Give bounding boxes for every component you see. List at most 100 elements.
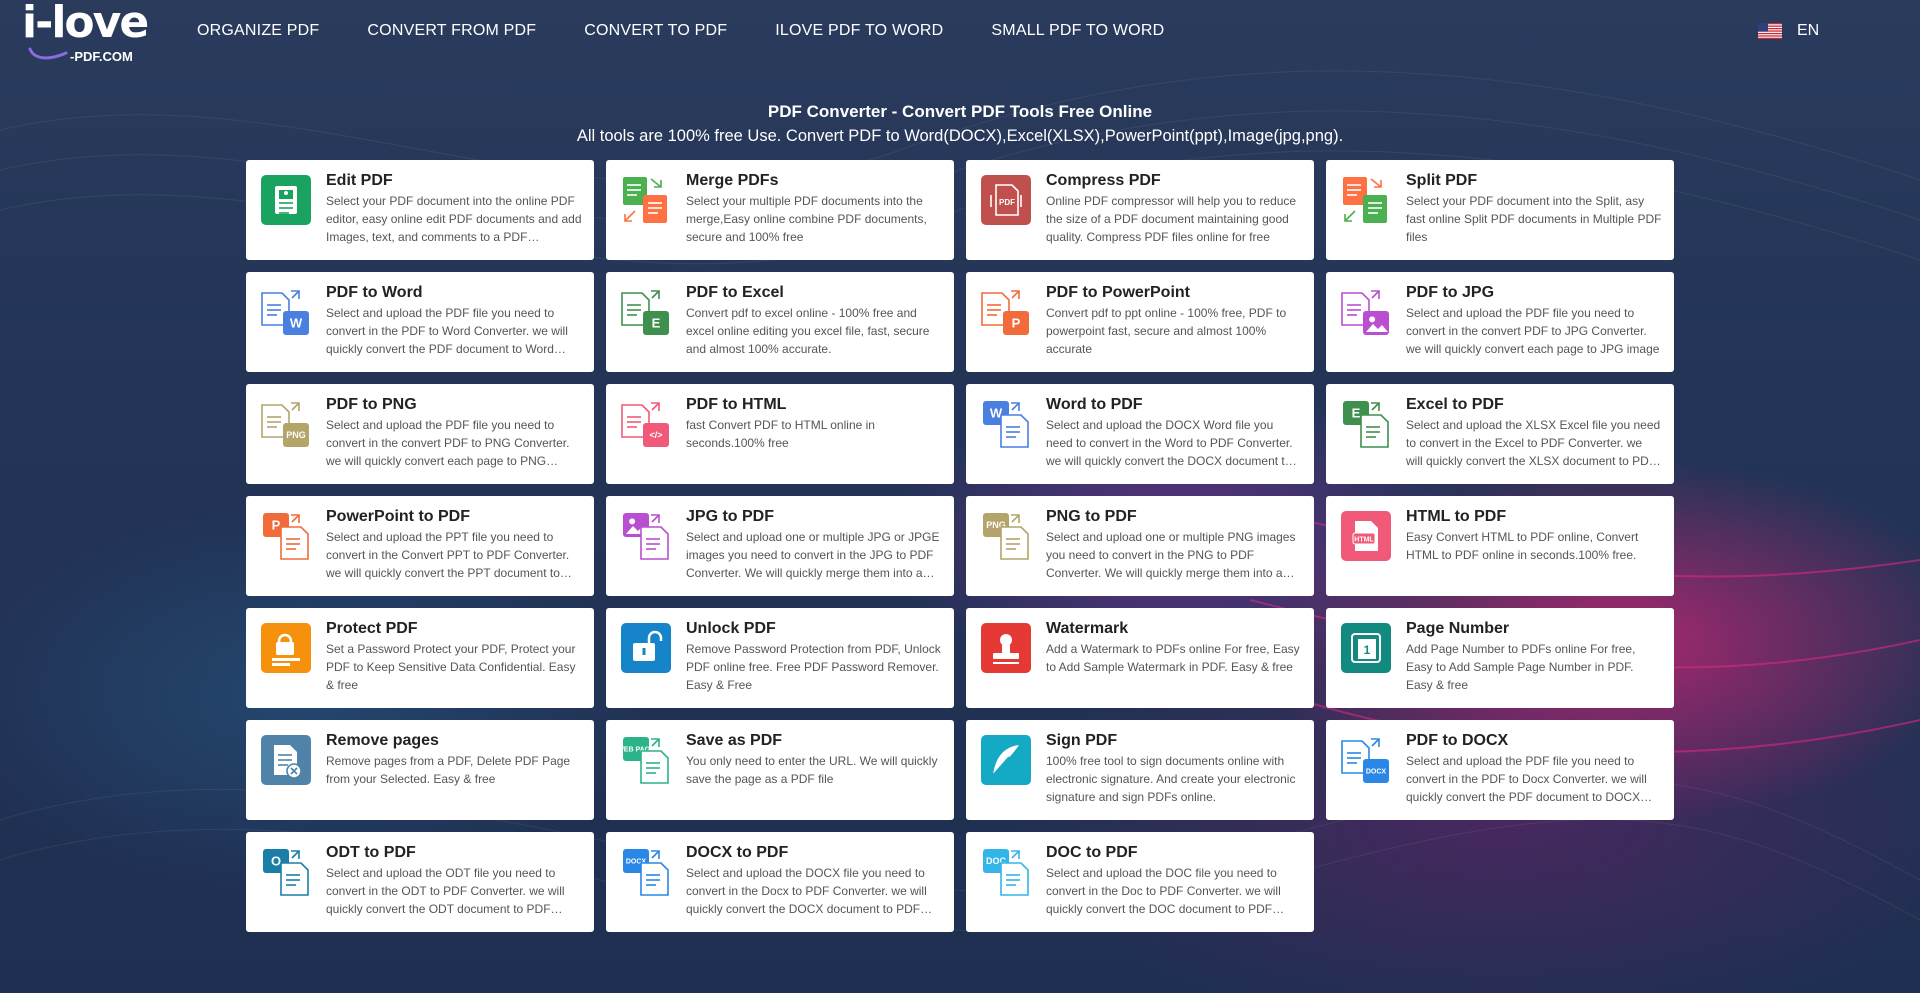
intro: PDF Converter - Convert PDF Tools Free O… bbox=[0, 102, 1920, 146]
tool-card-pdf-to-docx[interactable]: DOCX PDF to DOCX Select and upload the P… bbox=[1326, 720, 1674, 820]
tool-card-odt-to-pdf[interactable]: O ODT to PDF Select and upload the ODT f… bbox=[246, 832, 594, 932]
tool-title: DOCX to PDF bbox=[686, 844, 789, 861]
tool-title: PDF to JPG bbox=[1406, 284, 1495, 301]
tool-card-compress-pdf[interactable]: PDF Compress PDF Online PDF compressor w… bbox=[966, 160, 1314, 260]
tool-description: Select and upload the DOCX file you need… bbox=[686, 866, 927, 916]
odt-to-pdf-icon: O bbox=[261, 847, 311, 897]
language-selector[interactable]: EN bbox=[1758, 22, 1819, 40]
tool-description: Set a Password Protect your PDF, Protect… bbox=[326, 642, 576, 692]
tool-description: Remove pages from a PDF, Delete PDF Page… bbox=[326, 754, 571, 786]
tool-description: Select and upload the PDF file you need … bbox=[1406, 754, 1647, 804]
tool-title: Protect PDF bbox=[326, 620, 418, 637]
tool-card-doc-to-pdf[interactable]: DOC DOC to PDF Select and upload the DOC… bbox=[966, 832, 1314, 932]
logo-text: i-love bbox=[22, 0, 149, 48]
tool-card-edit-pdf[interactable]: Edit PDF Select your PDF document into t… bbox=[246, 160, 594, 260]
tool-card-sign-pdf[interactable]: Sign PDF 100% free tool to sign document… bbox=[966, 720, 1314, 820]
tool-description: Select your PDF document into the online… bbox=[326, 194, 582, 244]
tool-card-jpg-to-pdf[interactable]: JPG to PDF Select and upload one or mult… bbox=[606, 496, 954, 596]
logo-subtext: -PDF.COM bbox=[70, 49, 133, 64]
tool-description: Online PDF compressor will help you to r… bbox=[1046, 194, 1297, 244]
tool-description: 100% free tool to sign documents online … bbox=[1046, 754, 1296, 804]
nav-convert-to-pdf[interactable]: CONVERT TO PDF bbox=[584, 22, 727, 40]
ppt-to-pdf-icon: P bbox=[261, 511, 311, 561]
svg-text:W: W bbox=[290, 315, 303, 330]
merge-icon bbox=[621, 175, 671, 225]
tool-description: Select and upload the PDF file you need … bbox=[326, 418, 570, 468]
nav-convert-from-pdf[interactable]: CONVERT FROM PDF bbox=[367, 22, 536, 40]
tool-card-page-number[interactable]: 1 Page Number Add Page Number to PDFs on… bbox=[1326, 608, 1674, 708]
edit-pdf-icon bbox=[261, 175, 311, 225]
tool-card-remove-pages[interactable]: Remove pages Remove pages from a PDF, De… bbox=[246, 720, 594, 820]
site-logo[interactable]: i-love -PDF.COM bbox=[22, 0, 152, 64]
tool-title: Remove pages bbox=[326, 732, 439, 749]
main-nav: ORGANIZE PDF CONVERT FROM PDF CONVERT TO… bbox=[197, 22, 1212, 40]
pdf-to-excel-icon: E bbox=[621, 287, 671, 337]
tool-card-pdf-to-jpg[interactable]: PDF to JPG Select and upload the PDF fil… bbox=[1326, 272, 1674, 372]
pdf-to-html-icon: </> bbox=[621, 399, 671, 449]
tool-card-split-pdf[interactable]: Split PDF Select your PDF document into … bbox=[1326, 160, 1674, 260]
svg-text:PDF: PDF bbox=[999, 198, 1015, 207]
unlock-icon bbox=[621, 623, 671, 673]
tool-card-pdf-to-word[interactable]: W PDF to Word Select and upload the PDF … bbox=[246, 272, 594, 372]
tool-title: Edit PDF bbox=[326, 172, 393, 189]
tool-description: fast Convert PDF to HTML online in secon… bbox=[686, 418, 875, 450]
tool-title: PowerPoint to PDF bbox=[326, 508, 470, 525]
nav-ilove-pdf-to-word[interactable]: ILOVE PDF TO WORD bbox=[775, 22, 943, 40]
tool-description: Select and upload the ODT file you need … bbox=[326, 866, 565, 916]
tool-title: Word to PDF bbox=[1046, 396, 1143, 413]
tool-card-pdf-to-png[interactable]: PNG PDF to PNG Select and upload the PDF… bbox=[246, 384, 594, 484]
tool-description: Easy Convert HTML to PDF online, Convert… bbox=[1406, 530, 1639, 562]
tool-description: Select and upload the XLSX Excel file yo… bbox=[1406, 418, 1661, 468]
nav-organize-pdf[interactable]: ORGANIZE PDF bbox=[197, 22, 319, 40]
pdf-to-png-icon: PNG bbox=[261, 399, 311, 449]
tool-title: Excel to PDF bbox=[1406, 396, 1504, 413]
svg-text:P: P bbox=[272, 517, 281, 532]
svg-text:PNG: PNG bbox=[286, 430, 306, 440]
language-code: EN bbox=[1797, 22, 1820, 39]
feather-pen-icon bbox=[981, 735, 1031, 785]
page-number-icon: 1 bbox=[1341, 623, 1391, 673]
tool-title: PDF to Excel bbox=[686, 284, 784, 301]
us-flag-icon bbox=[1758, 23, 1782, 39]
tool-description: Remove Password Protection from PDF, Unl… bbox=[686, 642, 941, 692]
tool-card-pdf-to-powerpoint[interactable]: P PDF to PowerPoint Convert pdf to ppt o… bbox=[966, 272, 1314, 372]
tool-card-docx-to-pdf[interactable]: DOCX DOCX to PDF Select and upload the D… bbox=[606, 832, 954, 932]
tool-card-unlock-pdf[interactable]: Unlock PDF Remove Password Protection fr… bbox=[606, 608, 954, 708]
word-to-pdf-icon: W bbox=[981, 399, 1031, 449]
tool-description: Select and upload the PDF file you need … bbox=[1406, 306, 1660, 356]
doc-to-pdf-icon: DOC bbox=[981, 847, 1031, 897]
tool-card-png-to-pdf[interactable]: PNG PNG to PDF Select and upload one or … bbox=[966, 496, 1314, 596]
html-to-pdf-icon: HTML bbox=[1341, 511, 1391, 561]
tool-title: Split PDF bbox=[1406, 172, 1478, 189]
tool-title: DOC to PDF bbox=[1046, 844, 1138, 861]
tool-description: Convert pdf to ppt online - 100% free, P… bbox=[1046, 306, 1287, 356]
tool-card-protect-pdf[interactable]: Protect PDF Set a Password Protect your … bbox=[246, 608, 594, 708]
page-title: PDF Converter - Convert PDF Tools Free O… bbox=[767, 102, 1153, 121]
tool-description: Select and upload the PPT file you need … bbox=[326, 530, 570, 580]
tool-card-save-as-pdf[interactable]: WEB PAGE Save as PDF You only need to en… bbox=[606, 720, 954, 820]
tool-title: Page Number bbox=[1406, 620, 1510, 637]
tool-card-pdf-to-excel[interactable]: E PDF to Excel Convert pdf to excel onli… bbox=[606, 272, 954, 372]
webpage-icon: WEB PAGE bbox=[617, 735, 671, 785]
tool-card-pdf-to-html[interactable]: </> PDF to HTML fast Convert PDF to HTML… bbox=[606, 384, 954, 484]
tool-description: Add a Watermark to PDFs online For free,… bbox=[1046, 642, 1300, 674]
tool-title: HTML to PDF bbox=[1406, 508, 1507, 525]
tool-card-merge-pdfs[interactable]: Merge PDFs Select your multiple PDF docu… bbox=[606, 160, 954, 260]
svg-text:O: O bbox=[271, 853, 281, 868]
docx-to-pdf-icon: DOCX bbox=[621, 847, 671, 897]
tool-description: Select and upload one or multiple JPG or… bbox=[686, 530, 940, 580]
tool-card-excel-to-pdf[interactable]: E Excel to PDF Select and upload the XLS… bbox=[1326, 384, 1674, 484]
tool-title: Merge PDFs bbox=[686, 172, 779, 189]
png-to-pdf-icon: PNG bbox=[981, 511, 1031, 561]
tool-card-watermark[interactable]: Watermark Add a Watermark to PDFs online… bbox=[966, 608, 1314, 708]
tool-title: Sign PDF bbox=[1046, 732, 1118, 749]
tool-card-powerpoint-to-pdf[interactable]: P PowerPoint to PDF Select and upload th… bbox=[246, 496, 594, 596]
nav-small-pdf-to-word[interactable]: SMALL PDF TO WORD bbox=[991, 22, 1164, 40]
tool-description: Convert pdf to excel online - 100% free … bbox=[686, 306, 930, 356]
logo-swoosh-icon bbox=[28, 47, 68, 60]
pdf-to-jpg-icon bbox=[1341, 287, 1391, 337]
pdf-to-ppt-icon: P bbox=[981, 287, 1031, 337]
svg-text:</>: </> bbox=[649, 430, 662, 440]
tool-card-word-to-pdf[interactable]: W Word to PDF Select and upload the DOCX… bbox=[966, 384, 1314, 484]
tool-card-html-to-pdf[interactable]: HTML HTML to PDF Easy Convert HTML to PD… bbox=[1326, 496, 1674, 596]
